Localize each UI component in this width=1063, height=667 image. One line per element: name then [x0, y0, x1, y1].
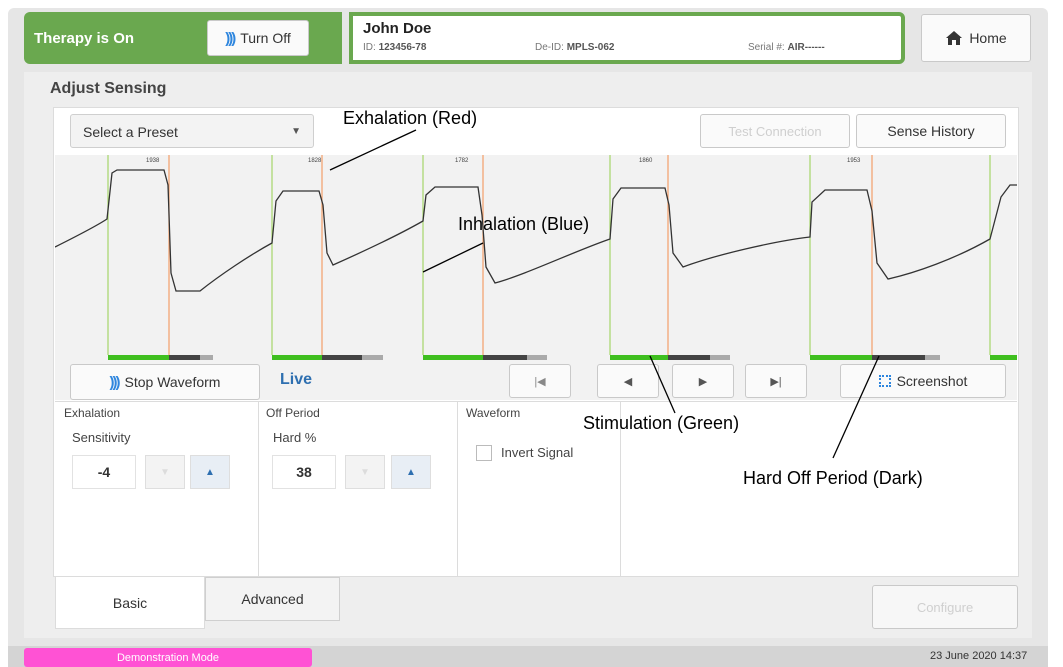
- cycle-label: 1828: [308, 158, 322, 164]
- settings-section: [55, 401, 1017, 577]
- hard-percent-decrease-button[interactable]: ▼: [345, 455, 385, 489]
- chevron-up-icon: ▲: [205, 466, 215, 478]
- divider: [258, 401, 259, 577]
- page-title: Adjust Sensing: [50, 80, 167, 97]
- tab-basic[interactable]: Basic: [55, 577, 205, 629]
- step-forward-icon: ▶: [698, 375, 708, 388]
- stimulation-bar: [810, 355, 872, 360]
- home-icon: [946, 31, 963, 45]
- preset-select[interactable]: Select a Preset ▼: [70, 114, 314, 148]
- hard-off-bar: [483, 355, 527, 360]
- stimulation-bar: [610, 355, 668, 360]
- wireless-icon: ))): [225, 29, 236, 47]
- home-button[interactable]: Home: [921, 14, 1031, 62]
- soft-off-bar: [710, 355, 730, 360]
- screenshot-label: Screenshot: [896, 373, 968, 389]
- sensitivity-label: Sensitivity: [72, 430, 131, 445]
- configure-button[interactable]: Configure: [872, 585, 1018, 629]
- divider: [457, 401, 458, 577]
- exhalation-annotation: Exhalation (Red): [343, 108, 478, 128]
- sensitivity-increase-button[interactable]: ▲: [190, 455, 230, 489]
- sensitivity-value: -4: [72, 455, 136, 489]
- stimulation-bar: [990, 355, 1017, 360]
- invert-signal-label: Invert Signal: [501, 445, 574, 460]
- hard-percent-value: 38: [272, 455, 336, 489]
- screenshot-icon: [878, 375, 891, 387]
- waveform-chart: 1938 1828 1782 1860 1953: [54, 155, 1017, 362]
- stop-waveform-label: Stop Waveform: [124, 374, 221, 390]
- patient-name: John Doe: [363, 20, 432, 37]
- skip-to-start-button[interactable]: |◀: [509, 364, 571, 398]
- stimulation-annotation: Stimulation (Green): [583, 413, 740, 433]
- turn-off-label: Turn Off: [240, 30, 291, 46]
- live-indicator: Live: [280, 371, 313, 388]
- home-label: Home: [969, 30, 1007, 46]
- stimulation-bar: [423, 355, 483, 360]
- hard-percent-increase-button[interactable]: ▲: [391, 455, 431, 489]
- off-period-title: Off Period: [266, 406, 320, 420]
- hard-off-annotation: Hard Off Period (Dark): [743, 468, 923, 488]
- step-forward-button[interactable]: ▶: [672, 364, 734, 398]
- patient-deid: De-ID: MPLS-062: [535, 42, 615, 53]
- soft-off-bar: [200, 355, 213, 360]
- turn-off-button[interactable]: ))) Turn Off: [207, 20, 309, 56]
- therapy-status-text: Therapy is On: [34, 30, 135, 47]
- skip-start-icon: |◀: [534, 375, 546, 388]
- hard-off-bar: [668, 355, 710, 360]
- step-back-button[interactable]: ◀: [597, 364, 659, 398]
- cycle-label: 1782: [455, 158, 469, 164]
- hard-off-bar: [169, 355, 200, 360]
- soft-off-bar: [362, 355, 383, 360]
- waveform-display: 1938 1828 1782 1860 1953: [54, 155, 1017, 362]
- stimulation-bar: [272, 355, 322, 360]
- chevron-down-icon: ▼: [291, 126, 301, 137]
- device-serial: Serial #: AIR------: [748, 42, 825, 53]
- cycle-label: 1938: [146, 158, 160, 164]
- stimulation-bar: [108, 355, 169, 360]
- waveform-background: [55, 155, 1017, 362]
- patient-info-card: John Doe ID: 123456-78 De-ID: MPLS-062 S…: [349, 12, 905, 64]
- sensitivity-decrease-button[interactable]: ▼: [145, 455, 185, 489]
- sense-history-button[interactable]: Sense History: [856, 114, 1006, 148]
- inhalation-annotation: Inhalation (Blue): [458, 214, 590, 234]
- cycle-label: 1860: [639, 158, 653, 164]
- hard-percent-label: Hard %: [273, 430, 317, 445]
- soft-off-bar: [527, 355, 547, 360]
- chevron-up-icon: ▲: [406, 466, 416, 478]
- patient-id: ID: 123456-78: [363, 42, 427, 53]
- preset-select-value: Select a Preset: [83, 124, 178, 140]
- tab-advanced[interactable]: Advanced: [205, 577, 340, 621]
- soft-off-bar: [925, 355, 940, 360]
- waveform-title: Waveform: [466, 406, 521, 420]
- skip-end-icon: ▶|: [770, 375, 782, 388]
- chevron-down-icon: ▼: [160, 466, 170, 478]
- demonstration-mode-badge: Demonstration Mode: [24, 648, 312, 667]
- hard-off-bar: [872, 355, 925, 360]
- hard-off-bar: [322, 355, 362, 360]
- chevron-down-icon: ▼: [360, 466, 370, 478]
- invert-signal-checkbox[interactable]: [476, 445, 492, 461]
- screenshot-button[interactable]: Screenshot: [840, 364, 1006, 398]
- date-time: 23 June 2020 14:37: [930, 650, 1028, 662]
- exhalation-title: Exhalation: [64, 406, 121, 420]
- cycle-label: 1953: [847, 158, 861, 164]
- wireless-icon: ))): [109, 373, 121, 391]
- step-back-icon: ◀: [623, 375, 633, 388]
- test-connection-button[interactable]: Test Connection: [700, 114, 850, 148]
- skip-to-end-button[interactable]: ▶|: [745, 364, 807, 398]
- stop-waveform-button[interactable]: ))) Stop Waveform: [70, 364, 260, 400]
